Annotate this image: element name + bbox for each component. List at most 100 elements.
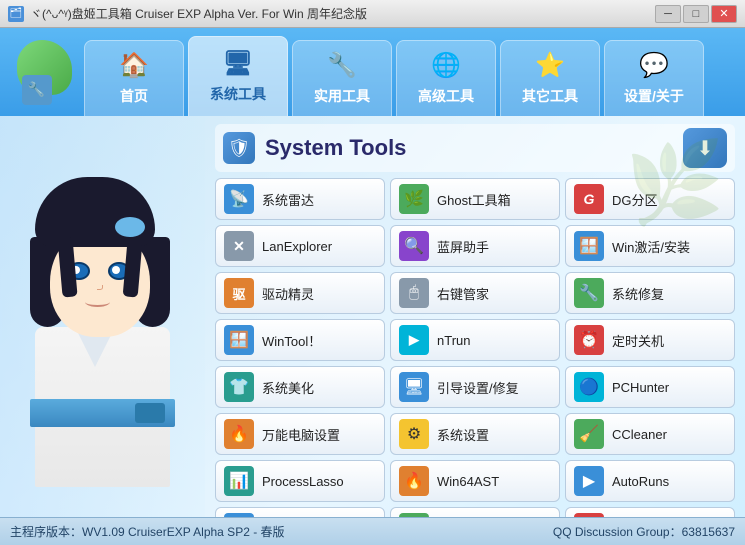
nav-tab-utility[interactable]: 🔧 实用工具	[292, 40, 392, 116]
tool-label-autoruns: AutoRuns	[612, 474, 669, 489]
tool-icon-pchunter: 🔵	[574, 372, 604, 402]
tool-btn-radar[interactable]: 📡 系统雷达	[215, 178, 385, 220]
tool-icon-dismpp: 🪟	[224, 513, 254, 517]
tool-btn-sysbeauty[interactable]: 👕 系统美化	[215, 366, 385, 408]
nav-tab-other[interactable]: ⭐ 其它工具	[500, 40, 600, 116]
nav-bar: 🔧 🏠 首页 🖥 系统工具 🔧 实用工具 🌐 高级工具 ⭐ 其它工具 💬 设置/…	[0, 28, 745, 116]
nav-tab-home[interactable]: 🏠 首页	[84, 40, 184, 116]
tool-label-lan: LanExplorer	[262, 239, 332, 254]
tool-btn-systray[interactable]: 🛡 系统托盘管理	[390, 507, 560, 517]
tool-btn-dg[interactable]: G DG分区	[565, 178, 735, 220]
character-area	[0, 116, 205, 517]
tool-icon-autoruns: ▶	[574, 466, 604, 496]
section-header: 🛡 System Tools ⬇	[215, 124, 735, 172]
tool-icon-radar: 📡	[224, 184, 254, 214]
shield-icon: 🛡	[228, 138, 251, 159]
char-eye-highlight-right	[112, 266, 120, 274]
tool-icon-dg: G	[574, 184, 604, 214]
tool-label-sysrepair: 系统修复	[612, 284, 664, 303]
tool-btn-bootmgr[interactable]: 🖥 引导设置/修复	[390, 366, 560, 408]
tool-icon-processlasso: 📊	[224, 466, 254, 496]
nav-tab-label-system: 系统工具	[210, 84, 266, 104]
section-title-group: 🛡 System Tools	[223, 132, 406, 164]
content-panel: 🛡 System Tools ⬇ 📡 系统雷达 🌿 Ghost工具箱 G DG分…	[205, 116, 745, 517]
char-hair-top	[35, 177, 155, 247]
tool-label-syssettings: 系统设置	[437, 425, 489, 444]
tool-icon-wintool: 🪟	[224, 325, 254, 355]
logo-box: 🔧	[22, 75, 52, 105]
tool-btn-win64ast[interactable]: 🔥 Win64AST	[390, 460, 560, 502]
tool-label-rightmgr: 右键管家	[437, 284, 489, 303]
nav-tabs: 🏠 首页 🖥 系统工具 🔧 实用工具 🌐 高级工具 ⭐ 其它工具 💬 设置/关于	[84, 28, 741, 116]
char-nose	[97, 285, 103, 290]
nav-tab-settings[interactable]: 💬 设置/关于	[604, 40, 704, 116]
tool-label-sysbeauty: 系统美化	[262, 378, 314, 397]
close-button[interactable]: ✕	[711, 5, 737, 23]
tool-label-win64ast: Win64AST	[437, 474, 499, 489]
tool-icon-bsod: 🔍	[399, 231, 429, 261]
tool-btn-bootcrack[interactable]: N 开机密码破解	[565, 507, 735, 517]
version-text: 主程序版本：WV1.09 CruiserEXP Alpha SP2 - 春版	[10, 523, 285, 540]
tool-icon-allinone: 🔥	[224, 419, 254, 449]
nav-tab-system[interactable]: 🖥 系统工具	[188, 36, 288, 116]
tool-btn-lan[interactable]: ✕ LanExplorer	[215, 225, 385, 267]
tool-icon-ccleaner: 🧹	[574, 419, 604, 449]
tool-icon-syssettings: ⚙	[399, 419, 429, 449]
tool-icon-lan: ✕	[224, 231, 254, 261]
tool-btn-syssettings[interactable]: ⚙ 系统设置	[390, 413, 560, 455]
tool-btn-drive[interactable]: 驱 驱动精灵	[215, 272, 385, 314]
minimize-button[interactable]: ─	[655, 5, 681, 23]
char-sash-detail	[135, 403, 165, 423]
tool-btn-wintool[interactable]: 🪟 WinTool！	[215, 319, 385, 361]
maximize-button[interactable]: □	[683, 5, 709, 23]
tool-icon-systray: 🛡	[399, 513, 429, 517]
app-icon: 🗂	[8, 6, 24, 22]
tool-label-dg: DG分区	[612, 190, 658, 209]
tool-label-allinone: 万能电脑设置	[262, 425, 340, 444]
tool-icon-ghost: 🌿	[399, 184, 429, 214]
tool-btn-win-activate[interactable]: 🪟 Win激活/安装	[565, 225, 735, 267]
tool-label-radar: 系统雷达	[262, 190, 314, 209]
title-controls: ─ □ ✕	[655, 5, 737, 23]
section-icon: 🛡	[223, 132, 255, 164]
tool-label-pchunter: PCHunter	[612, 380, 669, 395]
nav-tab-icon-utility: 🔧	[327, 51, 357, 80]
download-icon: ⬇	[697, 136, 714, 161]
tool-btn-ntrun[interactable]: ▶ nTrun	[390, 319, 560, 361]
tool-icon-drive: 驱	[224, 278, 254, 308]
tool-btn-bsod[interactable]: 🔍 蓝屏助手	[390, 225, 560, 267]
tool-btn-timer[interactable]: ⏰ 定时关机	[565, 319, 735, 361]
nav-tab-advanced[interactable]: 🌐 高级工具	[396, 40, 496, 116]
nav-tab-label-advanced: 高级工具	[418, 86, 474, 106]
tool-label-win-activate: Win激活/安装	[612, 237, 690, 256]
tool-label-ccleaner: CCleaner	[612, 427, 667, 442]
tool-icon-bootmgr: 🖥	[399, 372, 429, 402]
tool-btn-processlasso[interactable]: 📊 ProcessLasso	[215, 460, 385, 502]
tool-btn-sysrepair[interactable]: 🔧 系统修复	[565, 272, 735, 314]
nav-tab-label-home: 首页	[120, 86, 148, 106]
tool-label-bootmgr: 引导设置/修复	[437, 378, 519, 397]
tool-icon-win-activate: 🪟	[574, 231, 604, 261]
tool-btn-autoruns[interactable]: ▶ AutoRuns	[565, 460, 735, 502]
tool-btn-pchunter[interactable]: 🔵 PCHunter	[565, 366, 735, 408]
tool-icon-sysbeauty: 👕	[224, 372, 254, 402]
tool-btn-allinone[interactable]: 🔥 万能电脑设置	[215, 413, 385, 455]
status-bar: 主程序版本：WV1.09 CruiserEXP Alpha SP2 - 春版 Q…	[0, 517, 745, 545]
main-content: 🛡 System Tools ⬇ 📡 系统雷达 🌿 Ghost工具箱 G DG分…	[0, 116, 745, 517]
tool-label-drive: 驱动精灵	[262, 284, 314, 303]
tool-label-ghost: Ghost工具箱	[437, 190, 511, 209]
tool-icon-win64ast: 🔥	[399, 466, 429, 496]
char-sash	[30, 399, 175, 427]
section-title: System Tools	[265, 135, 406, 161]
download-button[interactable]: ⬇	[683, 128, 727, 168]
tool-btn-rightmgr[interactable]: 🖱 右键管家	[390, 272, 560, 314]
tool-btn-dismpp[interactable]: 🪟 Dism++	[215, 507, 385, 517]
tool-btn-ghost[interactable]: 🌿 Ghost工具箱	[390, 178, 560, 220]
nav-tab-icon-advanced: 🌐	[431, 51, 461, 80]
title-text: ヾ(^ᴗ^ᵞ)盘姬工具箱 Cruiser EXP Alpha Ver. For …	[30, 5, 655, 22]
char-mouth	[85, 297, 110, 307]
qq-text: QQ Discussion Group：63815637	[553, 523, 735, 540]
tool-btn-ccleaner[interactable]: 🧹 CCleaner	[565, 413, 735, 455]
tool-grid: 📡 系统雷达 🌿 Ghost工具箱 G DG分区 ✕ LanExplorer 🔍…	[215, 178, 735, 517]
nav-tab-icon-home: 🏠	[119, 51, 149, 80]
